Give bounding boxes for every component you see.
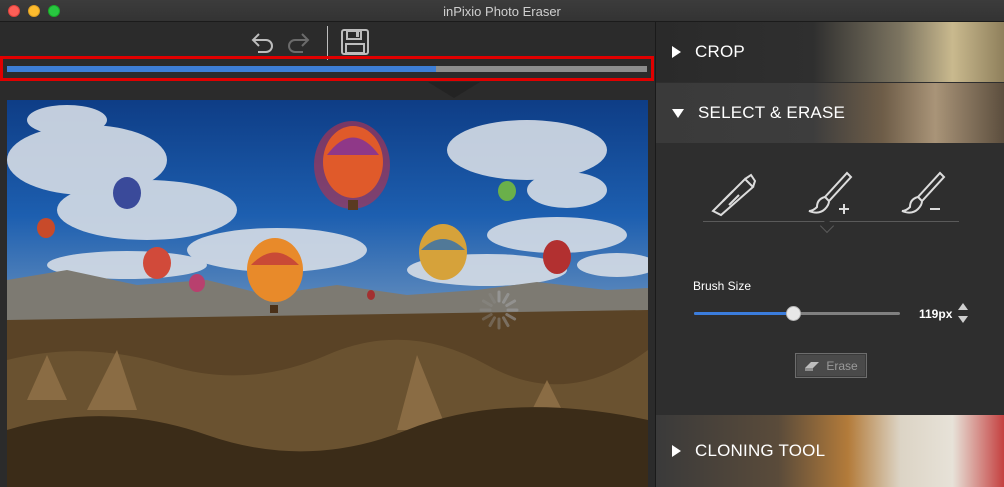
brush-size-stepper[interactable] xyxy=(958,303,968,325)
window-title: inPixio Photo Eraser xyxy=(443,4,561,19)
toolbar-divider xyxy=(327,26,328,60)
brush-size-value: 119px xyxy=(919,307,953,321)
brush-minus-icon xyxy=(901,171,946,214)
stepper-up-icon[interactable] xyxy=(958,303,968,310)
crop-label: CROP xyxy=(695,42,745,61)
cloning-tool-section-header[interactable]: CLONING TOOL xyxy=(656,415,1004,487)
expand-arrow-icon xyxy=(672,445,681,457)
redo-button[interactable] xyxy=(284,28,314,56)
title-bar: inPixio Photo Eraser xyxy=(0,0,1004,22)
undo-arrow-icon xyxy=(251,33,273,53)
tool-selection-underline xyxy=(703,221,959,222)
redo-arrow-icon xyxy=(288,33,310,53)
progress-bar-fill xyxy=(7,66,436,72)
save-button[interactable] xyxy=(340,28,370,56)
brush-add-tool-button[interactable] xyxy=(801,168,861,220)
cloning-tool-label: CLONING TOOL xyxy=(695,441,826,460)
expand-arrow-icon xyxy=(672,46,681,58)
progress-bar xyxy=(7,66,647,72)
select-erase-label: SELECT & ERASE xyxy=(698,103,846,122)
erase-button-label: Erase xyxy=(826,358,858,373)
progress-highlight-frame xyxy=(0,56,654,81)
tools-panel: CROP SELECT & ERASE Brush Size 119px Era… xyxy=(655,22,1004,487)
floppy-disk-icon xyxy=(341,29,369,55)
undo-button[interactable] xyxy=(247,28,277,56)
cutter-icon xyxy=(711,173,757,217)
collapse-arrow-icon xyxy=(672,108,684,118)
brush-size-label: Brush Size xyxy=(693,279,752,293)
brush-remove-tool-button[interactable] xyxy=(894,168,954,220)
select-erase-section-header[interactable]: SELECT & ERASE xyxy=(656,83,1004,143)
photo-canvas[interactable] xyxy=(7,100,648,487)
brush-plus-icon xyxy=(808,171,853,214)
cutter-tool-button[interactable] xyxy=(703,168,763,220)
toolbar xyxy=(0,22,655,60)
workspace xyxy=(0,22,655,487)
brush-size-slider-fill xyxy=(694,312,793,315)
balloons-landscape-image xyxy=(7,105,648,487)
eraser-icon xyxy=(805,361,820,371)
brush-size-slider[interactable] xyxy=(694,306,900,321)
stepper-down-icon[interactable] xyxy=(958,316,968,323)
crop-section-header[interactable]: CROP xyxy=(656,22,1004,82)
canvas-notch xyxy=(428,82,480,98)
brush-size-slider-thumb[interactable] xyxy=(785,306,801,321)
erase-button[interactable]: Erase xyxy=(795,353,867,378)
